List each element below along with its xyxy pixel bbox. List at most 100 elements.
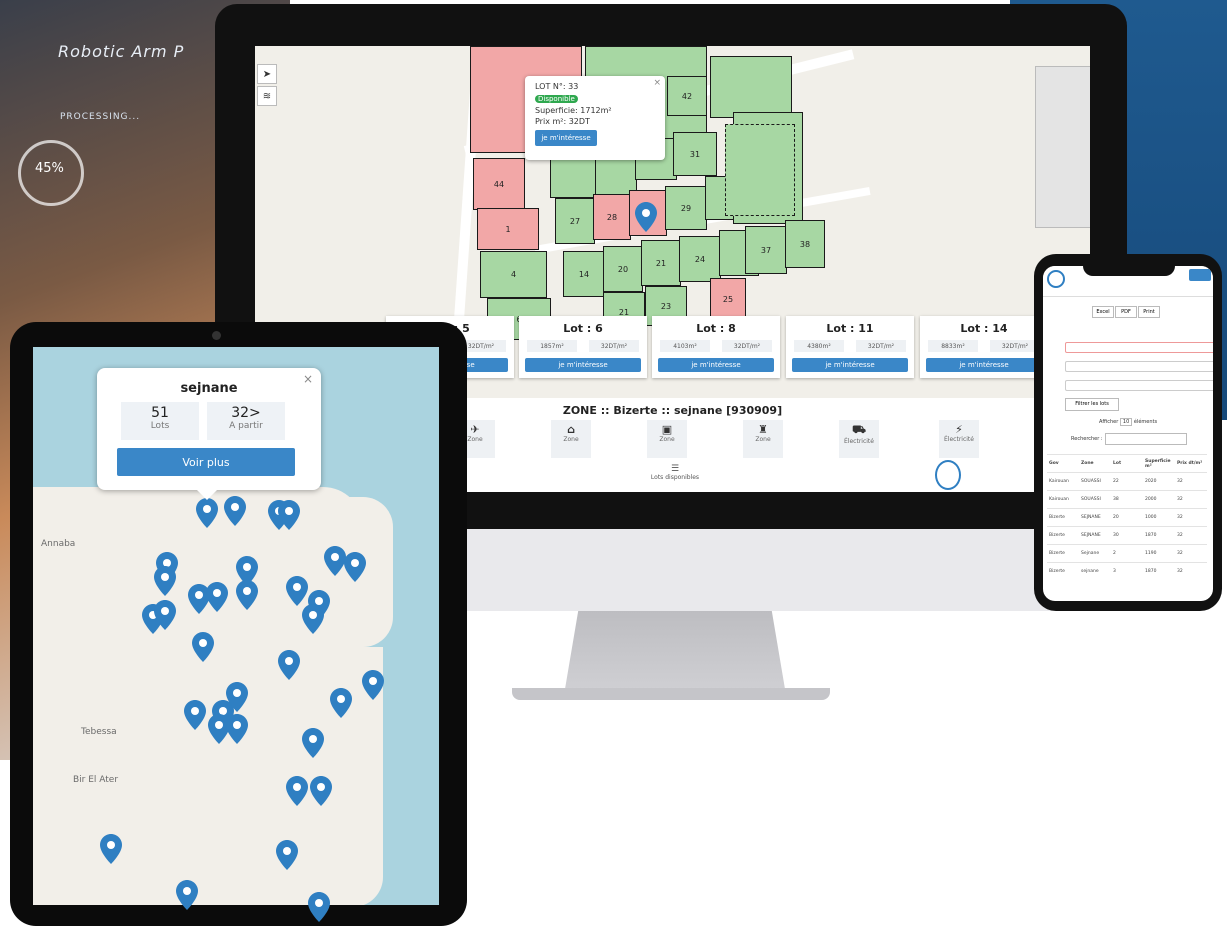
search-input[interactable] xyxy=(1105,433,1187,445)
table-row[interactable]: Kairouan SOUASSI 38 2000 32 xyxy=(1047,490,1207,508)
filter-select[interactable] xyxy=(1065,380,1213,391)
map-pin-icon[interactable] xyxy=(330,688,352,718)
background-subtitle: PROCESSING... xyxy=(60,112,141,122)
print-button[interactable]: Print xyxy=(1138,306,1160,318)
table-row[interactable]: Kairouan SOUASSI 22 2020 32 xyxy=(1047,472,1207,490)
lot-parcel[interactable]: 28 xyxy=(593,194,631,240)
map-label: Bir El Ater xyxy=(73,775,119,785)
lot-parcel[interactable]: 38 xyxy=(785,220,825,268)
map-pin-icon[interactable] xyxy=(324,546,346,576)
price-from-value: 32> xyxy=(231,405,261,421)
filter-select[interactable] xyxy=(1065,361,1213,372)
lot-card-title: Lot : 11 xyxy=(826,322,874,335)
excel-button[interactable]: Excel xyxy=(1092,306,1114,318)
map-pin-icon[interactable] xyxy=(224,496,246,526)
lot-parcel[interactable]: 31 xyxy=(673,132,717,176)
locate-icon[interactable]: ➤ xyxy=(257,64,277,84)
lot-card-title: Lot : 14 xyxy=(960,322,1008,335)
lot-parcel[interactable]: 29 xyxy=(665,186,707,230)
map-pin-icon[interactable] xyxy=(154,566,176,596)
map-pin-icon[interactable] xyxy=(310,776,332,806)
lot-card-surface: 8833m² xyxy=(928,340,978,352)
map-pin-icon[interactable] xyxy=(226,682,248,712)
lot-parcel[interactable]: 27 xyxy=(555,198,595,244)
lot-card-title: Lot : 8 xyxy=(696,322,736,335)
map-pin-icon[interactable] xyxy=(276,840,298,870)
interest-button[interactable]: je m'intéresse xyxy=(792,358,908,372)
filter-select[interactable] xyxy=(1065,342,1213,353)
lots-count-label: Lots xyxy=(150,421,170,431)
map-label: Tebessa xyxy=(81,727,117,737)
lot-parcel[interactable]: 25 xyxy=(710,278,746,320)
map-pin-icon[interactable] xyxy=(196,498,218,528)
lot-parcel[interactable]: 1 xyxy=(477,208,539,250)
lot-parcel[interactable] xyxy=(710,56,792,118)
map-pin-icon[interactable] xyxy=(176,880,198,910)
map-pin-icon[interactable] xyxy=(344,552,366,582)
map-pin-icon[interactable] xyxy=(635,202,657,232)
zone-icon-electricity[interactable]: ⚡ Électricité xyxy=(939,420,979,458)
lot-parcel[interactable]: 37 xyxy=(745,226,787,274)
table-row[interactable]: Bizerte SEJNANE 20 1000 32 xyxy=(1047,508,1207,526)
zone-icon-train[interactable]: ▣ Zone xyxy=(647,420,687,458)
list-icon: ☰ xyxy=(670,464,680,474)
map-pin-icon[interactable] xyxy=(100,834,122,864)
table-row[interactable]: Bizerte SEJNANE 30 1870 32 xyxy=(1047,526,1207,544)
lots-list-link[interactable]: ☰ Lots disponibles xyxy=(615,464,735,481)
show-entries[interactable]: Afficher 10 éléments xyxy=(1099,418,1157,426)
map-pin-icon[interactable] xyxy=(206,582,228,612)
interest-button[interactable]: je m'intéresse xyxy=(525,358,641,372)
lots-count-box: 51 Lots xyxy=(121,402,199,440)
pdf-button[interactable]: PDF xyxy=(1115,306,1137,318)
zone-icon-road[interactable]: ⛟ Électricité xyxy=(839,420,879,458)
map-pin-icon[interactable] xyxy=(308,892,330,922)
lot-parcel[interactable]: 20 xyxy=(603,246,643,292)
map-pin-icon[interactable] xyxy=(184,700,206,730)
table-row[interactable]: Bizerte Sejnane 2 1190 32 xyxy=(1047,544,1207,562)
map-pin-icon[interactable] xyxy=(302,728,324,758)
lot-parcel[interactable]: 24 xyxy=(679,236,721,282)
table-row[interactable]: Bizerte sejnane 3 1870 32 xyxy=(1047,562,1207,580)
map-pin-icon[interactable] xyxy=(286,576,308,606)
popup-price: Prix m²: 32DT xyxy=(535,117,590,126)
lot-card-surface: 4380m² xyxy=(794,340,844,352)
map-pin-icon[interactable] xyxy=(226,714,248,744)
monitor-stand xyxy=(565,611,785,689)
lot-parcel[interactable]: 14 xyxy=(563,251,605,297)
map-pin-icon[interactable] xyxy=(362,670,384,700)
lot-parcel[interactable]: 21 xyxy=(641,240,681,286)
interest-button[interactable]: je m'intéresse xyxy=(658,358,774,372)
logo xyxy=(935,460,961,490)
close-icon[interactable]: × xyxy=(653,78,661,88)
map-pin-icon[interactable] xyxy=(278,650,300,680)
filter-lots-button[interactable]: Filtrer les lots xyxy=(1065,398,1119,411)
zone-icon-port[interactable]: ♜ Zone xyxy=(743,420,783,458)
lot-card-surface: 4103m² xyxy=(660,340,710,352)
lot-card: Lot : 14 8833m² 32DT/m² je m'intéresse xyxy=(920,316,1048,378)
search-label: Rechercher : xyxy=(1071,436,1103,442)
lot-parcel[interactable]: 44 xyxy=(473,158,525,210)
table-header: Gov Zone Lot Superficie m² Prix dt/m² xyxy=(1047,454,1207,472)
lot-parcel[interactable] xyxy=(550,156,597,198)
map-pin-icon[interactable] xyxy=(286,776,308,806)
map-pin-icon[interactable] xyxy=(236,580,258,610)
menu-button[interactable] xyxy=(1189,269,1211,281)
lot-card: Lot : 8 4103m² 32DT/m² je m'intéresse xyxy=(652,316,780,378)
phone-notch xyxy=(1083,260,1175,276)
lot-subdivision-grid[interactable] xyxy=(725,124,795,216)
logo xyxy=(1047,270,1065,288)
map-pin-icon[interactable] xyxy=(302,604,324,634)
interest-button[interactable]: je m'intéresse xyxy=(535,130,597,146)
monitor-stand-base xyxy=(512,688,830,700)
map-pin-icon[interactable] xyxy=(192,632,214,662)
layers-icon[interactable]: ≋ xyxy=(257,86,277,106)
map-pin-icon[interactable] xyxy=(154,600,176,630)
map-pin-icon[interactable] xyxy=(278,500,300,530)
lot-parcel[interactable]: 4 xyxy=(480,251,547,298)
lot-parcel[interactable]: 42 xyxy=(667,76,707,116)
see-more-button[interactable]: Voir plus xyxy=(117,448,295,476)
zone-icon-building[interactable]: ⌂ Zone xyxy=(551,420,591,458)
interest-button[interactable]: je m'intéresse xyxy=(926,358,1042,372)
lot-card: Lot : 6 1857m² 32DT/m² je m'intéresse xyxy=(519,316,647,378)
price-from-box: 32> A partir xyxy=(207,402,285,440)
